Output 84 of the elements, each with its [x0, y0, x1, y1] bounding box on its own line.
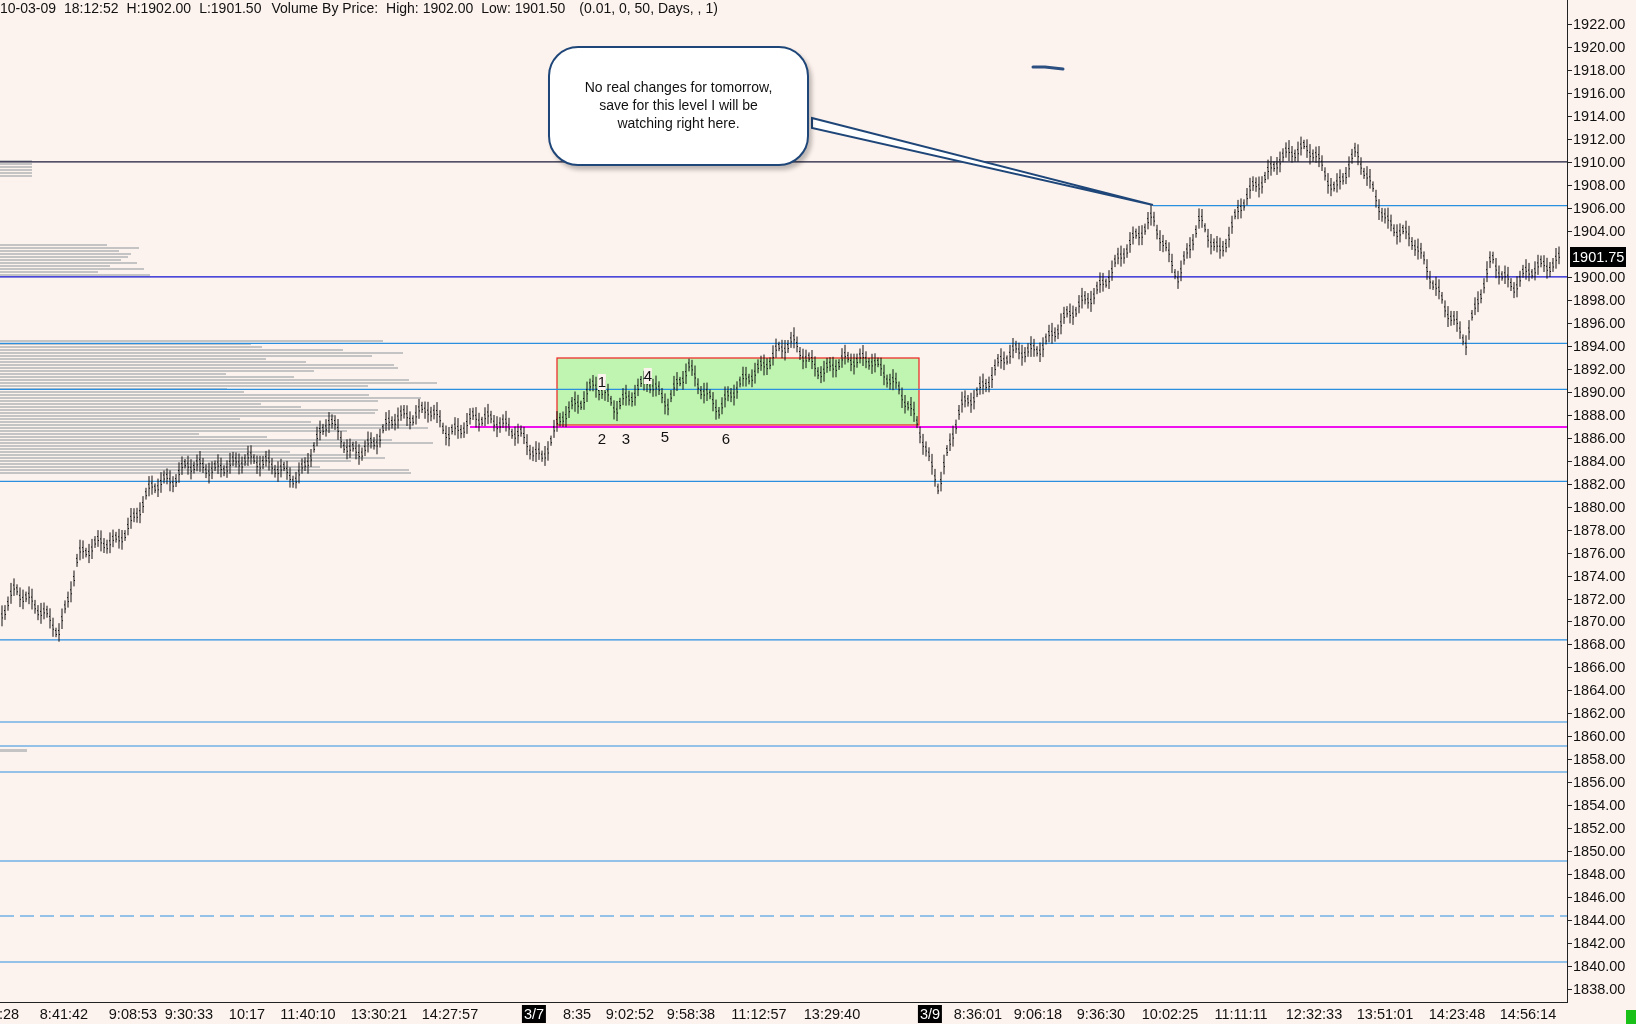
time-label: 9:30:33 [164, 1005, 214, 1023]
price-label: 1900.00 [1573, 267, 1626, 286]
time-label: 11:40:10 [280, 1005, 336, 1023]
header-text: H:1902.00 [126, 0, 192, 16]
price-label: 1918.00 [1573, 60, 1626, 79]
header-text: 18:12:52 [64, 0, 119, 16]
header-text: 10-03-09 [0, 0, 57, 16]
date-label: 3/7 [521, 1005, 547, 1023]
price-label: 1866.00 [1573, 658, 1626, 677]
time-label: 9:36:30 [1076, 1005, 1126, 1023]
price-label: 1888.00 [1573, 405, 1626, 424]
time-label: 12:32:33 [1285, 1005, 1343, 1023]
time-label: 8:36:01 [953, 1005, 1003, 1023]
time-label: 10:17 [228, 1005, 266, 1023]
header-text: High: 1902.00 [386, 0, 474, 16]
price-label: 1870.00 [1573, 612, 1626, 631]
time-label: 8:35 [562, 1005, 592, 1023]
price-label: 1868.00 [1573, 635, 1626, 654]
price-label: 1842.00 [1573, 934, 1626, 953]
swing-marker: 2 [597, 431, 607, 447]
price-label: 1898.00 [1573, 290, 1626, 309]
time-label: 14:27:57 [421, 1005, 479, 1023]
price-label: 1912.00 [1573, 129, 1626, 148]
price-label: 1922.00 [1573, 15, 1626, 33]
price-label: 1844.00 [1573, 911, 1626, 930]
price-label: 1920.00 [1573, 37, 1626, 56]
header-text: L:1901.50 [199, 0, 262, 16]
time-label: 9:06:18 [1013, 1005, 1063, 1023]
price-label: 1882.00 [1573, 474, 1626, 493]
time-label: 11:12:57 [731, 1005, 787, 1023]
price-label: 1906.00 [1573, 198, 1626, 217]
date-label: 3/9 [917, 1005, 943, 1023]
time-label: 10:02:25 [1141, 1005, 1199, 1023]
price-label: 1854.00 [1573, 796, 1626, 815]
swing-marker: 5 [660, 429, 670, 445]
price-label: 1850.00 [1573, 842, 1626, 861]
time-label: :28 [0, 1005, 20, 1023]
time-label: 14:56:14 [1499, 1005, 1557, 1023]
header-text: (0.01, 0, 50, Days, , 1) [579, 0, 718, 16]
price-label: 1904.00 [1573, 221, 1626, 240]
price-label: 1892.00 [1573, 359, 1626, 378]
callout-text: No real changes for tomorrow, save for this level I will be watching right here. [583, 78, 774, 133]
time-label: 9:02:52 [605, 1005, 655, 1023]
price-label: 1864.00 [1573, 681, 1626, 700]
price-label: 1916.00 [1573, 83, 1626, 102]
header-text: Low: 1901.50 [481, 0, 566, 16]
last-price-label: 1901.75 [1570, 246, 1627, 267]
time-label: 9:08:53 [108, 1005, 158, 1023]
price-label: 1862.00 [1573, 704, 1626, 723]
price-label: 1840.00 [1573, 957, 1626, 976]
price-label: 1908.00 [1573, 175, 1626, 194]
price-label: 1876.00 [1573, 543, 1626, 562]
price-label: 1878.00 [1573, 520, 1626, 539]
time-label: 13:30:21 [350, 1005, 408, 1023]
price-label: 1838.00 [1573, 980, 1626, 999]
price-label: 1872.00 [1573, 589, 1626, 608]
swing-marker: 1 [597, 374, 607, 390]
swing-marker: 4 [643, 368, 653, 384]
price-label: 1874.00 [1573, 566, 1626, 585]
price-label: 1880.00 [1573, 497, 1626, 516]
price-label: 1894.00 [1573, 336, 1626, 355]
status-indicator [1626, 1010, 1636, 1024]
swing-marker: 3 [621, 431, 631, 447]
price-label: 1896.00 [1573, 313, 1626, 332]
time-label: 13:51:01 [1356, 1005, 1414, 1023]
time-label: 9:58:38 [666, 1005, 716, 1023]
price-label: 1914.00 [1573, 106, 1626, 125]
price-label: 1890.00 [1573, 382, 1626, 401]
price-label: 1856.00 [1573, 773, 1626, 792]
swing-marker: 6 [721, 431, 731, 447]
price-label: 1852.00 [1573, 819, 1626, 838]
price-label: 1910.00 [1573, 152, 1626, 171]
time-label: 11:11:11 [1214, 1005, 1268, 1023]
time-label: 13:29:40 [803, 1005, 861, 1023]
time-label: 8:41:42 [39, 1005, 89, 1023]
price-label: 1886.00 [1573, 428, 1626, 447]
price-label: 1848.00 [1573, 865, 1626, 884]
price-label: 1858.00 [1573, 750, 1626, 769]
price-label: 1860.00 [1573, 727, 1626, 746]
price-label: 1884.00 [1573, 451, 1626, 470]
price-label: 1846.00 [1573, 888, 1626, 907]
time-label: 14:23:48 [1428, 1005, 1486, 1023]
dash-mark-icon [1031, 65, 1065, 71]
header-text: Volume By Price: [271, 0, 379, 16]
